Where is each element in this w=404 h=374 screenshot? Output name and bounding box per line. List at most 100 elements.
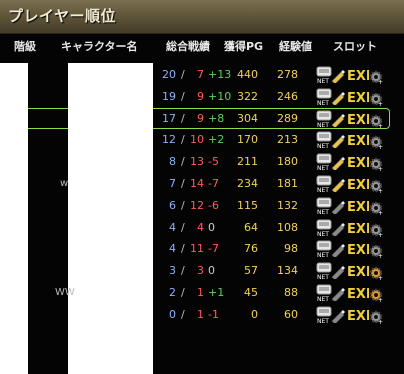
net-icon: NET (316, 240, 332, 259)
svg-text:NET: NET (317, 187, 329, 193)
ranking-row[interactable]: 584/11-77698NETEXP+ (0, 238, 404, 260)
exp-value: 60 (284, 307, 298, 321)
gear-icon: + (369, 309, 383, 326)
exp-icon: EXP (347, 263, 375, 280)
svg-text:+: + (378, 188, 383, 193)
exp-icon: EXP (347, 307, 375, 324)
exp-icon: EXP (347, 198, 375, 215)
pg-value: 115 (237, 198, 258, 212)
slash-separator: / (181, 133, 185, 147)
svg-text:EXP: EXP (347, 265, 369, 279)
svg-text:NET: NET (317, 318, 329, 324)
pg-value: 322 (237, 89, 258, 103)
ranking-row[interactable]: 5717/9+8304289NETEXP+ (0, 107, 404, 130)
net-icon: NET (316, 175, 332, 194)
svg-text:NET: NET (317, 209, 329, 215)
column-header: 階級 キャラクター名 総合戦績 獲得PG 経験値 スロット (0, 38, 404, 54)
svg-text:EXP: EXP (347, 222, 369, 236)
kill-count: 2 (169, 286, 176, 299)
death-count: 13 (190, 155, 204, 169)
bullet-icon (331, 68, 345, 85)
exp-icon: EXP (347, 220, 375, 237)
svg-text:EXP: EXP (347, 309, 369, 323)
kill-count: 4 (169, 242, 176, 256)
ranking-row[interactable]: 543/3057134NETEXP+ (0, 260, 404, 282)
redaction-left (0, 63, 28, 374)
exp-icon: EXP (347, 89, 375, 106)
ranking-row[interactable]: 4512/10+2170213NETEXP+ (0, 129, 404, 151)
bullet-icon (331, 133, 345, 150)
bullet-icon (331, 177, 345, 194)
kill-count: 3 (169, 264, 176, 278)
death-count: 3 (197, 264, 204, 278)
bullet-icon (331, 155, 345, 172)
redaction-name (68, 63, 153, 374)
net-icon: NET (316, 110, 332, 129)
kill-count: 8 (169, 155, 176, 169)
net-icon: NET (316, 306, 332, 325)
exp-value: 181 (277, 177, 298, 190)
col-rank: 階級 (14, 40, 36, 53)
death-count: 1 (197, 286, 204, 299)
kill-count: 17 (162, 111, 176, 125)
exp-icon: EXP (347, 285, 375, 302)
gear-icon: + (369, 178, 383, 195)
pg-value: 64 (244, 220, 258, 234)
svg-text:EXP: EXP (347, 134, 369, 148)
death-count: 7 (197, 68, 204, 81)
kill-count: 19 (162, 89, 176, 103)
net-icon: NET (316, 88, 332, 107)
exp-value: 88 (284, 286, 298, 299)
death-count: 9 (197, 89, 204, 103)
pg-value: 76 (244, 242, 258, 256)
gear-icon: + (369, 69, 383, 86)
svg-text:NET: NET (317, 122, 329, 128)
kill-count: 4 (169, 220, 176, 234)
ranking-row[interactable]: 5219/9+10322246NETEXP+ (0, 86, 404, 108)
exp-icon: EXP (347, 176, 375, 193)
gear-icon: + (369, 156, 383, 173)
name-fragment: WW (55, 287, 75, 298)
death-count: 1 (197, 307, 204, 321)
ranking-row[interactable]: 546/12-6115132NETEXP+ (0, 195, 404, 217)
slot-icons: NET EXP + (316, 219, 386, 239)
svg-text:EXP: EXP (347, 156, 369, 170)
exp-value: 246 (277, 89, 298, 103)
svg-text:NET: NET (317, 274, 329, 280)
col-character: キャラクター名 (61, 40, 138, 53)
col-slot: スロット (333, 40, 377, 53)
ranking-row[interactable]: 5920/7+13440278NETEXP+ (0, 64, 404, 86)
col-pg: 獲得PG (224, 40, 264, 53)
death-count: 14 (190, 177, 204, 190)
net-icon: NET (316, 262, 332, 281)
exp-icon: EXP (347, 132, 375, 149)
ranking-row[interactable]: 580/1-1060NETEXP+ (0, 304, 404, 326)
net-icon: NET (316, 197, 332, 216)
kill-count: 20 (162, 68, 176, 81)
slash-separator: / (181, 155, 185, 169)
exp-value: 180 (277, 155, 298, 169)
net-icon: NET (316, 219, 332, 238)
col-record: 総合戦績 (166, 40, 210, 53)
svg-text:EXP: EXP (347, 91, 369, 105)
exp-icon: EXP (347, 241, 375, 258)
gear-icon: + (369, 222, 383, 239)
net-icon: NET (316, 153, 332, 172)
ranking-row[interactable]: 578/13-5211180NETEXP+ (0, 151, 404, 173)
exp-icon: EXP (347, 111, 375, 128)
svg-text:NET: NET (317, 100, 329, 106)
pg-value: 170 (237, 133, 258, 147)
gear-icon: + (369, 265, 383, 282)
ranking-row[interactable]: 504/4064108NETEXP+ (0, 217, 404, 239)
exp-value: 132 (277, 198, 298, 212)
slot-icons: NET EXP + (316, 153, 386, 173)
exp-value: 98 (284, 242, 298, 256)
gear-icon: + (369, 287, 383, 304)
exp-icon: EXP (347, 154, 375, 171)
svg-text:+: + (378, 166, 383, 171)
svg-text:EXP: EXP (347, 113, 369, 127)
bullet-icon (331, 242, 345, 259)
slash-separator: / (181, 89, 185, 103)
death-count: 4 (197, 220, 204, 234)
exp-value: 108 (277, 220, 298, 234)
